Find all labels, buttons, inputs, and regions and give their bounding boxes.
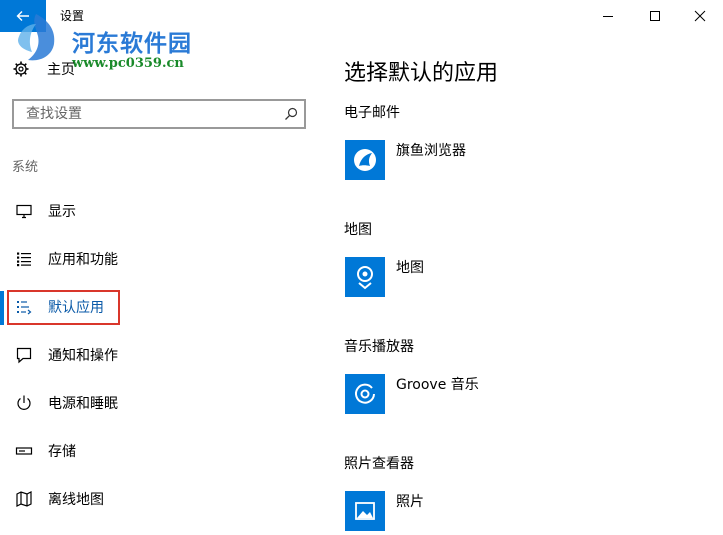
default-music-app-button[interactable]: Groove 音乐 [345, 374, 479, 414]
offline-maps-icon [16, 491, 32, 507]
search-icon[interactable] [284, 107, 298, 121]
watermark-title: 河东软件园 [72, 30, 192, 57]
section-label: 系统 [12, 160, 39, 175]
page-title: 选择默认的应用 [344, 61, 499, 86]
minimize-icon [603, 16, 613, 17]
apps-list-icon [17, 252, 31, 267]
maps-app-icon [357, 266, 373, 290]
gear-icon [13, 61, 29, 77]
groove-music-icon [355, 383, 375, 404]
search-box[interactable] [12, 99, 306, 129]
maximize-button[interactable] [632, 0, 678, 32]
monitor-icon [16, 204, 32, 219]
sidebar-item-label: 离线地图 [48, 492, 104, 508]
close-icon [694, 10, 706, 22]
close-button[interactable] [677, 0, 723, 32]
sidebar-item-power-sleep[interactable]: 电源和睡眠 [0, 383, 300, 423]
sidebar-item-display[interactable]: 显示 [0, 191, 300, 231]
app-name: 照片 [396, 494, 424, 510]
sidebar-item-label: 电源和睡眠 [48, 396, 118, 412]
sidebar-item-notifications[interactable]: 通知和操作 [0, 335, 300, 375]
category-music-label: 音乐播放器 [344, 339, 414, 355]
highlight-box [7, 290, 120, 325]
browser-app-icon [354, 149, 376, 171]
app-name: Groove 音乐 [396, 377, 479, 393]
default-maps-app-button[interactable]: 地图 [345, 257, 424, 297]
sidebar-item-label: 显示 [48, 204, 76, 220]
sidebar-item-label: 通知和操作 [48, 348, 118, 364]
watermark-url: www.pc0359.cn [72, 56, 184, 71]
category-email-label: 电子邮件 [344, 105, 400, 121]
storage-icon [15, 447, 33, 455]
app-name: 地图 [396, 260, 424, 276]
notification-icon [16, 347, 32, 364]
home-nav-item[interactable]: 主页 [12, 57, 75, 81]
sidebar-item-label: 应用和功能 [48, 252, 118, 268]
maximize-icon [650, 11, 660, 21]
power-icon [17, 395, 31, 410]
sidebar-item-apps-features[interactable]: 应用和功能 [0, 239, 300, 279]
sidebar-item-storage[interactable]: 存储 [0, 431, 300, 471]
default-email-app-button[interactable]: 旗鱼浏览器 [345, 140, 466, 180]
photos-app-icon [355, 502, 375, 520]
minimize-button[interactable] [585, 0, 631, 32]
search-input[interactable] [24, 105, 268, 123]
category-photos-label: 照片查看器 [344, 456, 414, 472]
sidebar-item-label: 存储 [48, 444, 76, 460]
default-photos-app-button[interactable]: 照片 [345, 491, 424, 531]
app-name: 旗鱼浏览器 [396, 143, 466, 159]
sidebar-item-offline-maps[interactable]: 离线地图 [0, 479, 300, 519]
home-label: 主页 [47, 62, 75, 78]
category-maps-label: 地图 [344, 222, 372, 238]
